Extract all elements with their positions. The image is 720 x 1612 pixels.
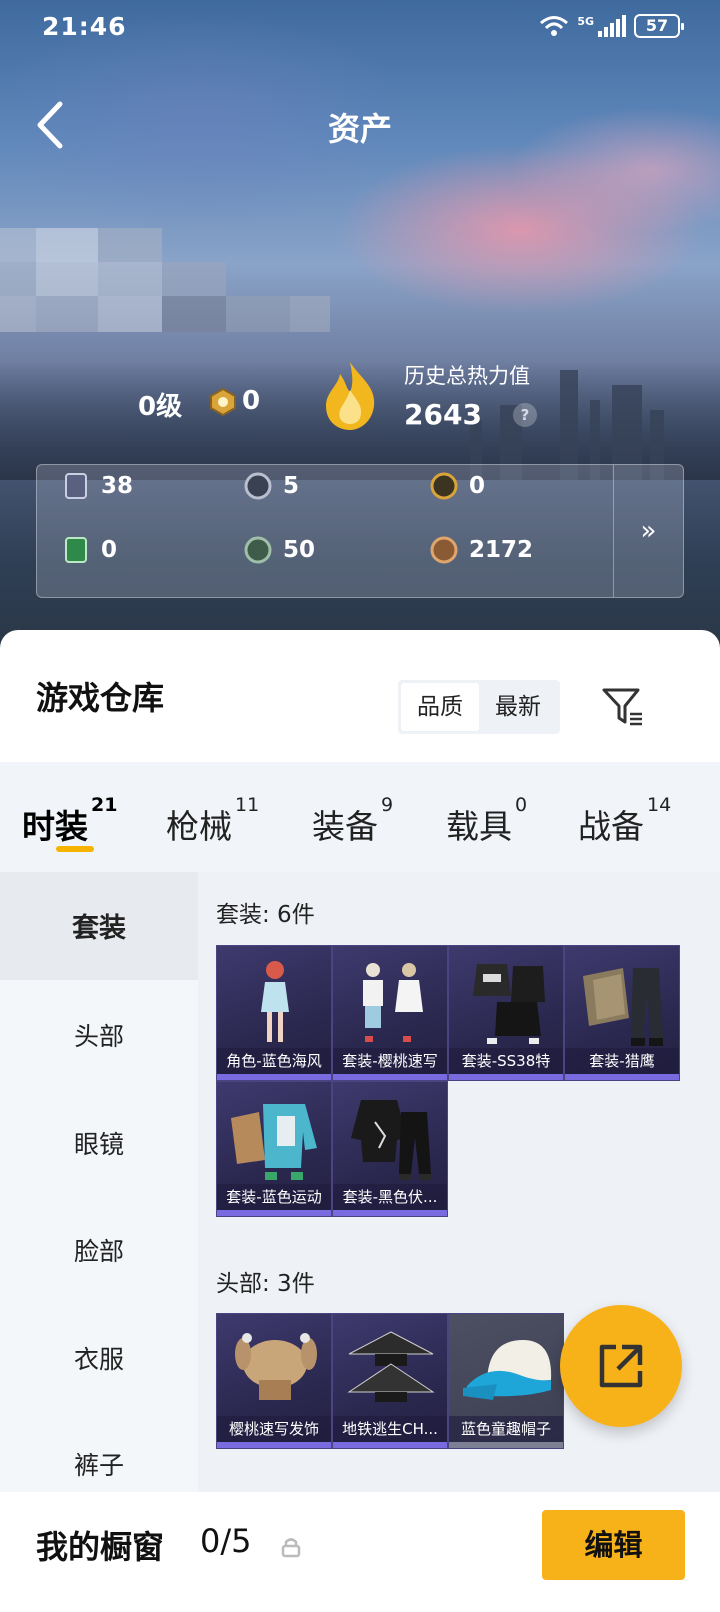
active-tab-indicator <box>56 846 94 852</box>
item-name: 蓝色童趣帽子 <box>449 1416 563 1442</box>
medal-value: 0 <box>242 386 261 416</box>
item-tile[interactable]: 套装-黑色伏... <box>332 1081 448 1217</box>
item-name: 套装-猎鹰 <box>565 1048 679 1074</box>
gold-coin-icon <box>430 472 458 500</box>
cap-icon <box>463 1340 552 1400</box>
resource-item: 0 <box>429 471 485 501</box>
bronze-coin-icon <box>430 536 458 564</box>
wifi-icon <box>540 16 569 36</box>
sidebar-item-suit[interactable]: 套装 <box>0 906 198 945</box>
item-tile[interactable]: 套装-蓝色运动 <box>216 1081 332 1217</box>
item-name: 樱桃速写发饰 <box>217 1416 331 1442</box>
resource-item: 38 <box>61 471 133 501</box>
showcase-label: 我的橱窗 <box>36 1528 165 1566</box>
outfit-icon <box>351 1100 431 1180</box>
resource-value: 5 <box>283 473 300 499</box>
sidebar-item-glasses[interactable]: 眼镜 <box>0 1125 198 1161</box>
green-coin-icon <box>244 536 272 564</box>
external-link-icon <box>599 1344 643 1388</box>
item-tile[interactable]: 套装-猎鹰 <box>564 945 680 1081</box>
resource-value: 2172 <box>469 537 534 563</box>
sidebar-item-clothes[interactable]: 衣服 <box>0 1340 198 1376</box>
showcase-bar: 我的橱窗 0/5 编辑 <box>0 1492 720 1612</box>
tab-vehicles[interactable]: 载具0 <box>446 794 527 848</box>
status-bar: 21:46 5G 57 <box>0 0 720 56</box>
page-title: 资产 <box>327 110 392 148</box>
outfit-icon <box>363 963 423 1042</box>
sidebar-item-pants[interactable]: 裤子 <box>0 1446 198 1482</box>
sidebar-item-head[interactable]: 头部 <box>0 1017 198 1053</box>
sort-latest-button[interactable]: 最新 <box>479 683 557 731</box>
signal-icon <box>598 15 626 37</box>
item-tile[interactable]: 樱桃速写发饰 <box>216 1313 332 1449</box>
item-tile[interactable]: 地铁逃生CH... <box>332 1313 448 1449</box>
resources-more-button[interactable]: » <box>613 465 683 597</box>
medal-icon <box>210 387 236 417</box>
resources-panel: 38 5 0 0 50 2172 » <box>36 464 684 598</box>
item-tile[interactable]: 套装-SS38特 <box>448 945 564 1081</box>
item-name: 角色-蓝色海风 <box>217 1048 331 1074</box>
item-name: 套装-黑色伏... <box>333 1184 447 1210</box>
outfit-icon <box>231 1104 317 1180</box>
resource-value: 0 <box>469 473 486 499</box>
character-figure-icon <box>261 961 289 1042</box>
tab-equipment[interactable]: 装备9 <box>312 794 393 848</box>
tab-gear[interactable]: 战备14 <box>578 794 671 848</box>
green-ticket-icon <box>65 537 87 563</box>
resource-value: 38 <box>101 473 134 499</box>
resource-item: 2172 <box>429 535 533 565</box>
outfit-icon <box>473 964 545 1044</box>
item-name: 套装-SS38特 <box>449 1048 563 1074</box>
sidebar-item-face[interactable]: 脸部 <box>0 1232 198 1268</box>
player-level: 0级 <box>138 392 183 422</box>
resource-item: 5 <box>243 471 299 501</box>
battery-level: 57 <box>645 16 669 35</box>
resource-value: 50 <box>283 537 316 563</box>
filter-icon[interactable] <box>600 684 646 730</box>
heat-label: 历史总热力值 <box>404 364 530 388</box>
lock-icon <box>281 1538 301 1558</box>
warehouse-title: 游戏仓库 <box>36 679 165 717</box>
heat-value: 2643 <box>404 398 482 431</box>
resource-item: 50 <box>243 535 315 565</box>
section-title-head: 头部: 3件 <box>216 1271 315 1297</box>
tab-weapons[interactable]: 枪械11 <box>166 794 259 848</box>
help-icon[interactable]: ? <box>513 403 537 427</box>
item-tile[interactable]: 蓝色童趣帽子 <box>448 1313 564 1449</box>
item-name: 套装-蓝色运动 <box>217 1184 331 1210</box>
item-name: 地铁逃生CH... <box>333 1416 447 1442</box>
section-title-suits: 套装: 6件 <box>216 902 315 928</box>
outfit-icon <box>583 968 663 1046</box>
hat-icon <box>347 1331 435 1402</box>
item-name: 套装-樱桃速写 <box>333 1048 447 1074</box>
flame-icon <box>326 362 375 430</box>
showcase-count: 0/5 <box>200 1522 252 1560</box>
resource-item: 0 <box>61 535 117 565</box>
category-tabs: 时装21 枪械11 装备9 载具0 战备14 <box>0 762 720 872</box>
tab-fashion[interactable]: 时装21 <box>22 794 117 848</box>
status-time: 21:46 <box>42 12 127 41</box>
silver-coin-icon <box>244 472 272 500</box>
battery-icon: 57 <box>634 14 684 38</box>
resource-value: 0 <box>101 537 118 563</box>
card-icon <box>65 473 87 499</box>
sort-quality-button[interactable]: 品质 <box>401 683 479 731</box>
item-tile[interactable]: 套装-樱桃速写 <box>332 945 448 1081</box>
item-tile[interactable]: 角色-蓝色海风 <box>216 945 332 1081</box>
edit-button[interactable]: 编辑 <box>542 1510 685 1580</box>
share-export-button[interactable] <box>560 1305 682 1427</box>
hair-accessory-icon <box>235 1333 317 1400</box>
network-type: 5G <box>577 14 594 28</box>
sort-toggle: 品质 最新 <box>398 680 560 734</box>
